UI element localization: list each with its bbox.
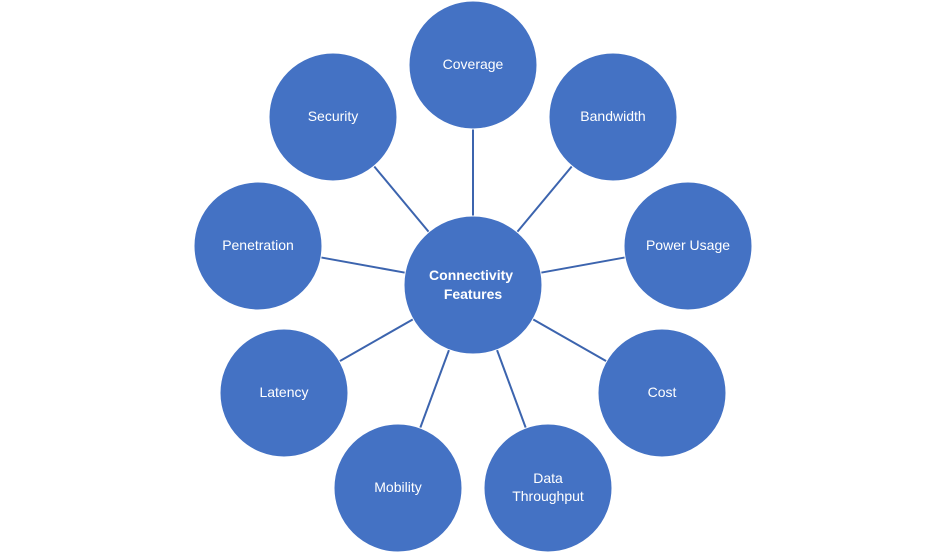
connector-security — [373, 165, 430, 233]
node-label-mobility: Mobility — [374, 479, 421, 495]
node-label-coverage: Coverage — [443, 56, 504, 72]
node-cost: Cost — [597, 328, 727, 458]
node-label-line: Security — [308, 108, 359, 124]
node-label-cost: Cost — [648, 384, 677, 400]
node-label-latency: Latency — [259, 384, 308, 400]
node-label-line: Data — [533, 470, 563, 486]
node-label-line: Penetration — [222, 237, 294, 253]
connector-power-usage — [540, 256, 626, 274]
node-label-line: Power Usage — [646, 237, 730, 253]
center-hub: Connectivity Features — [403, 215, 543, 355]
node-data-throughput: Data Throughput — [483, 423, 613, 553]
node-latency: Latency — [219, 328, 349, 458]
node-power-usage: Power Usage — [623, 181, 753, 311]
node-label-line: Latency — [259, 384, 308, 400]
center-label-line: Features — [444, 286, 503, 302]
node-label-security: Security — [308, 108, 359, 124]
connector-latency — [339, 318, 414, 363]
node-label-power-usage: Power Usage — [646, 237, 730, 253]
connector-cost — [532, 318, 607, 363]
node-label-line: Bandwidth — [580, 108, 645, 124]
connector-mobility — [419, 349, 451, 429]
node-mobility: Mobility — [333, 423, 463, 553]
node-bandwidth: Bandwidth — [548, 52, 678, 182]
node-security: Security — [268, 52, 398, 182]
connector-bandwidth — [516, 165, 573, 233]
node-label-line: Throughput — [512, 488, 584, 504]
node-label-penetration: Penetration — [222, 237, 294, 253]
node-coverage: Coverage — [408, 0, 538, 130]
node-penetration: Penetration — [193, 181, 323, 311]
connector-data-throughput — [495, 349, 527, 429]
connectivity-features-diagram: Coverage Bandwidth Power Usage Cost Data Thro… — [193, 0, 753, 553]
center-label-line: Connectivity — [429, 267, 513, 283]
connector-penetration — [320, 256, 406, 274]
node-label-bandwidth: Bandwidth — [580, 108, 645, 124]
node-label-line: Mobility — [374, 479, 421, 495]
node-label-line: Cost — [648, 384, 677, 400]
node-label-line: Coverage — [443, 56, 504, 72]
